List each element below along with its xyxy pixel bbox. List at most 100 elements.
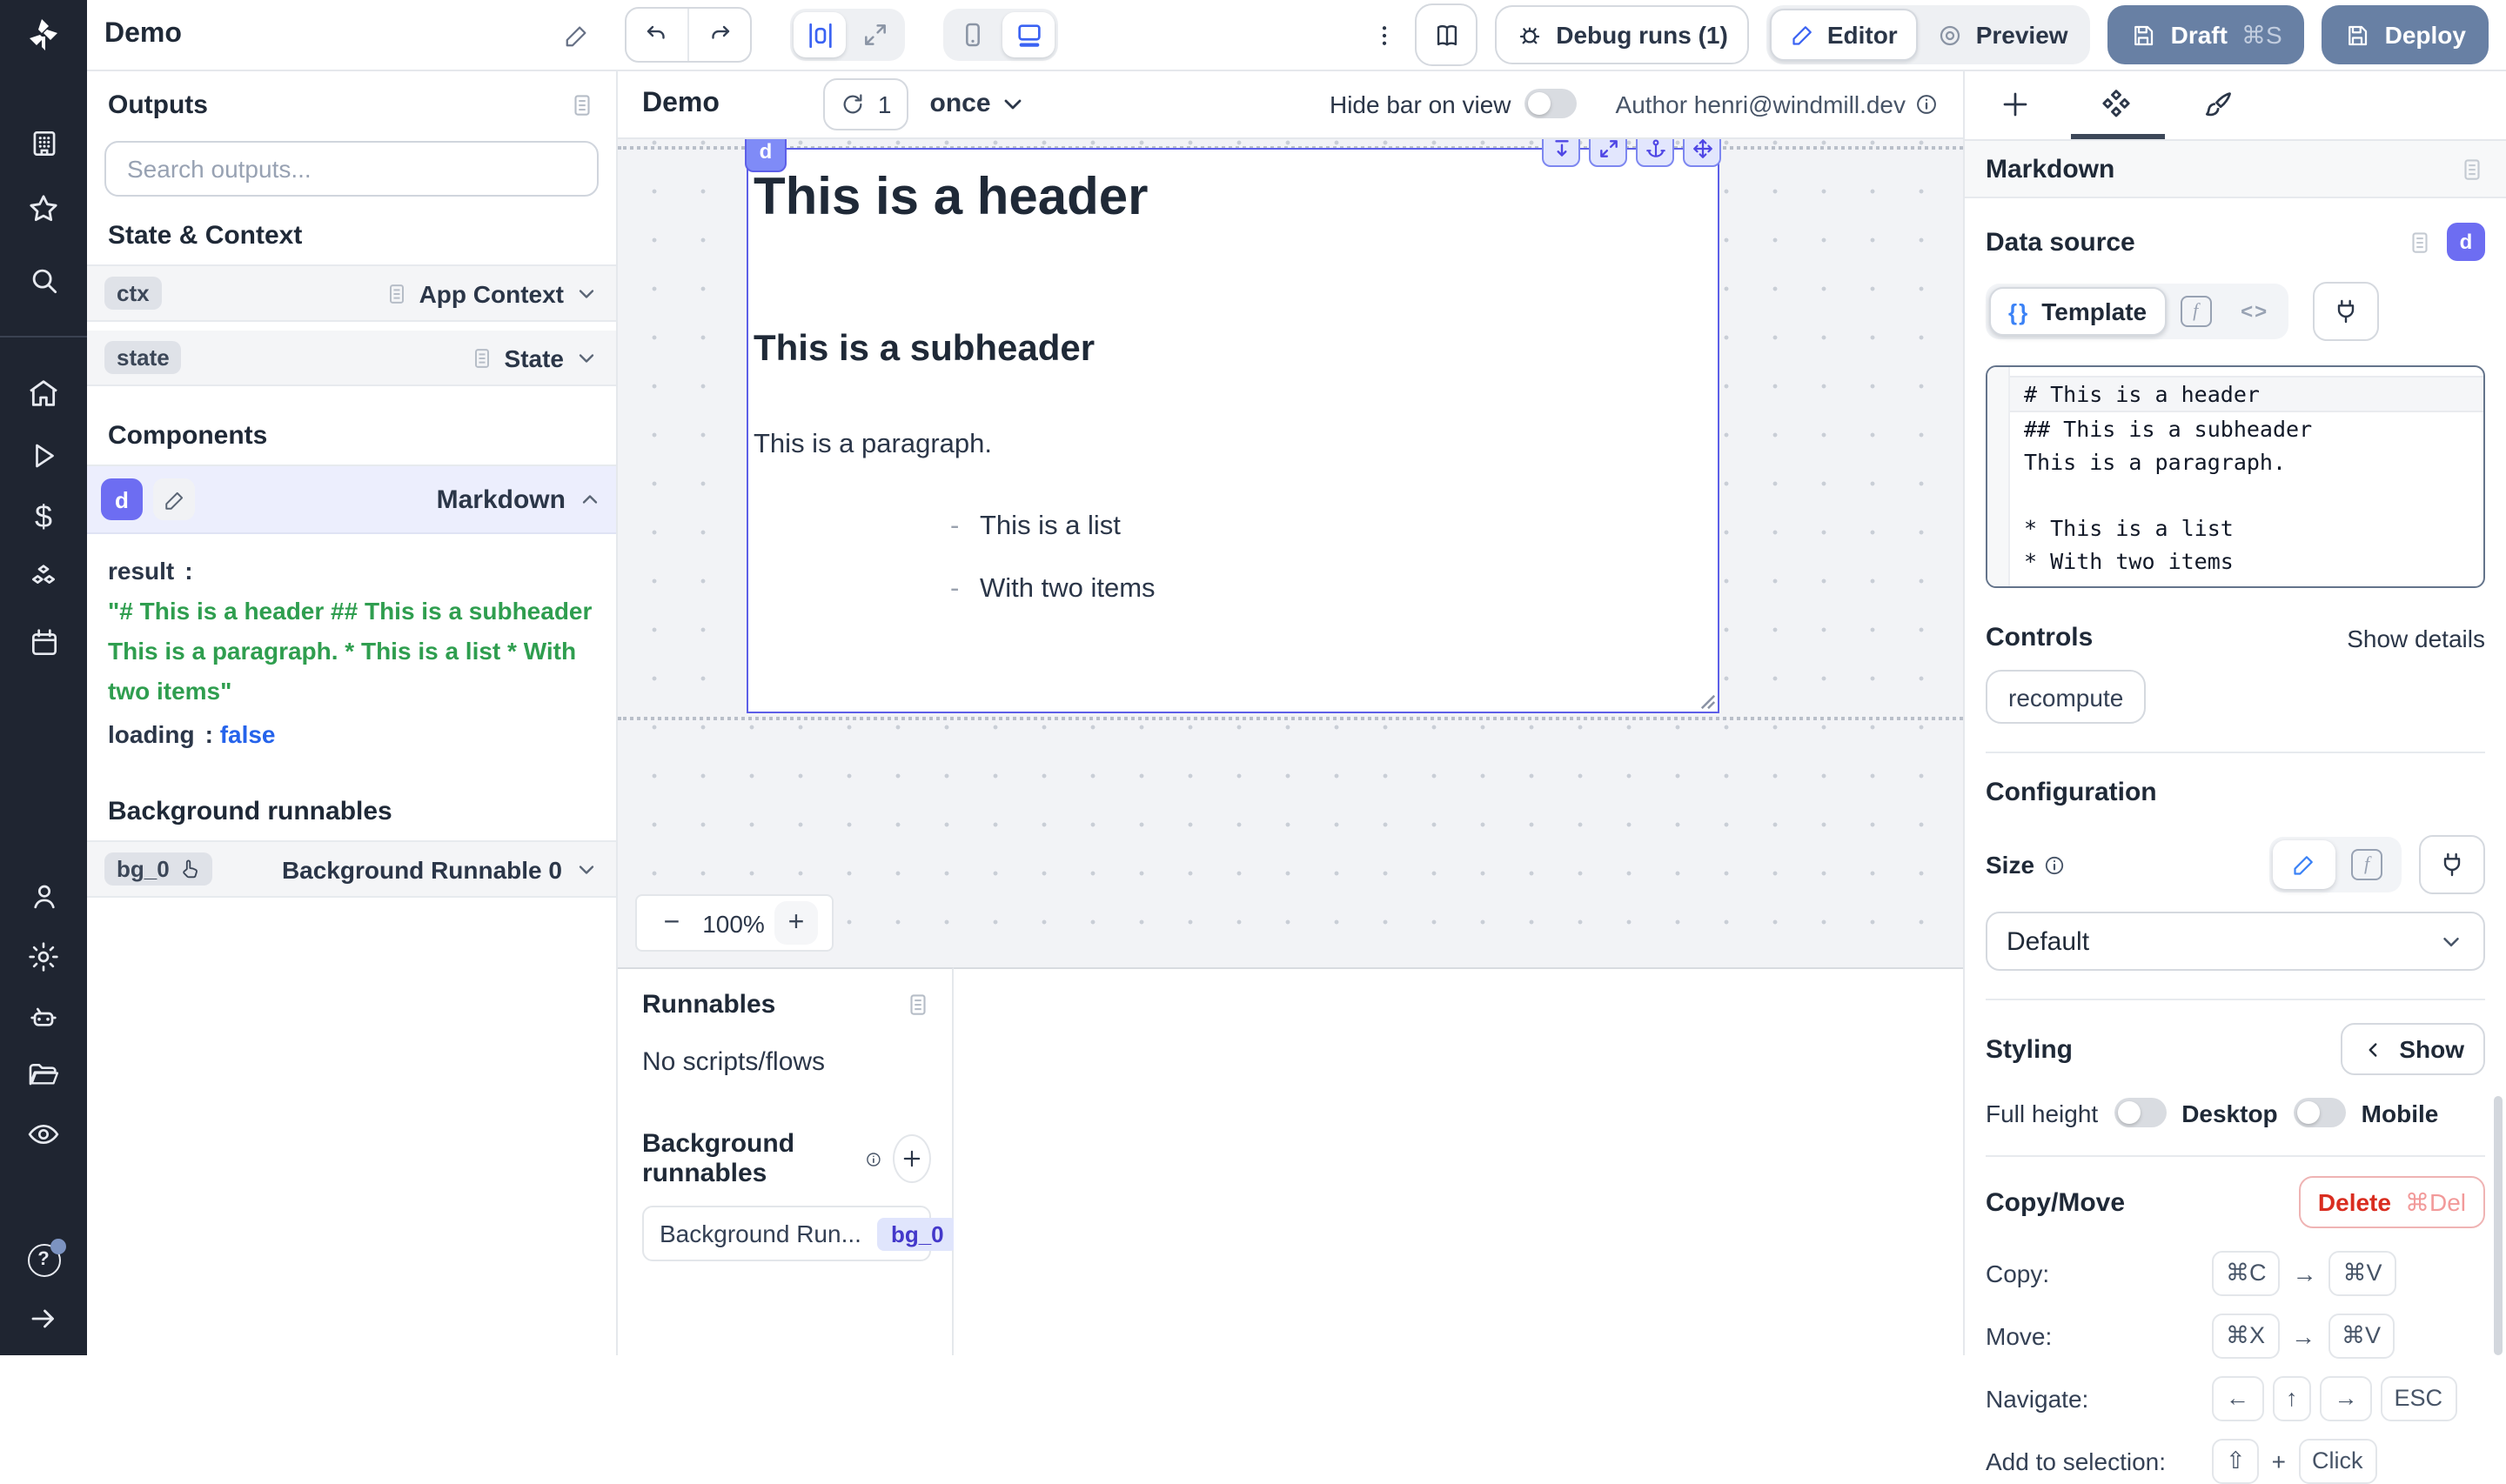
fullscreen-layout-button[interactable] [850, 12, 902, 57]
background-runnable-card[interactable]: Background Run... bg_0 [642, 1206, 931, 1261]
docs-book-button[interactable] [1415, 3, 1477, 66]
edit-title-pencil-icon[interactable] [565, 22, 591, 48]
recompute-button[interactable]: recompute [1986, 670, 2146, 724]
eval-mode-button[interactable]: f [2335, 840, 2398, 889]
app-canvas[interactable]: d This is a header This is a subheader [618, 139, 1963, 967]
doc-icon[interactable] [2407, 229, 2433, 255]
code-line[interactable] [2010, 478, 2483, 511]
chevron-down-icon[interactable] [574, 858, 599, 882]
undo-button[interactable] [627, 9, 688, 61]
help-icon[interactable]: ? [26, 1242, 61, 1277]
doc-icon[interactable] [2459, 156, 2485, 182]
rename-pencil-icon[interactable] [153, 478, 195, 520]
plug-icon [2331, 297, 2359, 325]
ctx-row[interactable]: ctx App Context [87, 264, 616, 322]
resize-corner-handle[interactable] [1700, 694, 1716, 710]
styling-tab[interactable] [2167, 70, 2268, 139]
debug-runs-button[interactable]: Debug runs (1) [1495, 5, 1749, 64]
search-outputs-input[interactable] [124, 153, 580, 184]
runs-icon[interactable] [26, 438, 61, 473]
centered-layout-button[interactable] [794, 12, 847, 57]
code-line[interactable]: This is a paragraph. [2010, 445, 2483, 478]
hide-bar-toggle[interactable] [1525, 89, 1578, 118]
windmill-logo[interactable] [0, 0, 87, 70]
result-key: result [108, 557, 174, 585]
add-background-runnable-button[interactable] [893, 1134, 931, 1183]
kbd-cmd-c: ⌘C [2212, 1250, 2281, 1295]
draft-button[interactable]: Draft ⌘S [2108, 5, 2305, 64]
redo-button[interactable] [688, 9, 751, 61]
zoom-out-button[interactable]: − [651, 907, 693, 939]
desktop-mobile-toggle[interactable] [2294, 1098, 2346, 1127]
workspace-icon[interactable] [26, 125, 61, 160]
function-icon: f [2180, 296, 2211, 327]
loading-value[interactable]: false [220, 721, 276, 749]
component-settings-tab[interactable] [2066, 70, 2167, 139]
favorites-star-icon[interactable] [26, 191, 61, 226]
insert-component-tab[interactable] [1965, 70, 2066, 139]
audit-eye-icon[interactable] [26, 1117, 61, 1152]
mobile-view-button[interactable] [948, 12, 1000, 57]
add-selection-shortcut-row: Add to selection: ⇧ + Click [1986, 1437, 2485, 1484]
component-id-badge[interactable]: d [2447, 223, 2485, 261]
app-editor-page: $ ? Demo [0, 0, 2506, 1355]
kbd-up-arrow: ↑ [2272, 1375, 2312, 1420]
template-mode-button[interactable]: {} Template [1989, 287, 2166, 336]
full-height-toggle[interactable] [2114, 1098, 2166, 1127]
code-line[interactable]: * This is a list [2010, 511, 2483, 545]
editor-tab[interactable]: Editor [1770, 9, 1919, 61]
settings-gear-icon[interactable] [26, 939, 61, 974]
chevron-down-icon[interactable] [574, 345, 599, 370]
eval-mode-button[interactable]: f [2166, 287, 2225, 336]
chevron-down-icon[interactable] [574, 281, 599, 305]
static-mode-button[interactable] [2273, 840, 2335, 889]
home-icon[interactable] [26, 376, 61, 411]
preview-tab[interactable]: Preview [1919, 9, 2087, 61]
divider [1986, 999, 2485, 1000]
deploy-button[interactable]: Deploy [2322, 5, 2489, 64]
chevron-up-icon[interactable] [578, 487, 602, 511]
expand-runnables-icon[interactable] [905, 992, 931, 1018]
move-handle[interactable] [1683, 139, 1721, 167]
components-diamond-icon [2099, 87, 2134, 122]
background-runnable-row[interactable]: bg_0 Background Runnable 0 [87, 841, 616, 899]
outputs-panel: Outputs State & Context ctx App Context … [87, 70, 618, 1355]
refresh-mode-dropdown[interactable]: once [930, 89, 1028, 118]
connect-plug-button[interactable] [2419, 835, 2485, 894]
more-menu-kebab-icon[interactable] [1371, 22, 1397, 48]
code-line[interactable]: * With two items [2010, 545, 2483, 578]
markdown-rendered-content: This is a header This is a subheader Thi… [748, 150, 1718, 605]
anchor-handle[interactable] [1636, 139, 1674, 167]
component-row-markdown[interactable]: d Markdown [87, 465, 616, 534]
code-line[interactable]: ## This is a subheader [2010, 412, 2483, 445]
desktop-view-button[interactable] [1003, 12, 1055, 57]
zoom-in-button[interactable]: + [774, 901, 818, 945]
expand-rail-icon[interactable] [26, 1301, 61, 1336]
expand-down-handle[interactable] [1542, 139, 1580, 167]
refresh-button[interactable]: 1 [824, 77, 909, 130]
inspector-scrollbar[interactable] [2494, 1096, 2503, 1355]
code-mode-button[interactable]: <> [2225, 287, 2284, 336]
workers-icon[interactable] [26, 1000, 61, 1035]
template-code-editor[interactable]: # This is a header ## This is a subheade… [1986, 365, 2485, 588]
schedules-icon[interactable] [26, 625, 61, 659]
resources-icon[interactable] [26, 560, 61, 595]
ctx-badge: ctx [104, 277, 162, 310]
code-line[interactable]: # This is a header [2010, 376, 2483, 412]
variables-icon[interactable]: $ [26, 499, 61, 534]
component-id-tab[interactable]: d [745, 139, 787, 172]
size-select[interactable]: Default [1986, 912, 2485, 971]
state-row[interactable]: state State [87, 331, 616, 386]
show-details-link[interactable]: Show details [2347, 624, 2485, 652]
result-value[interactable]: "# This is a header ## This is a subhead… [108, 592, 595, 712]
user-icon[interactable] [26, 879, 61, 913]
markdown-component[interactable]: d This is a header This is a subheader [747, 148, 1719, 713]
search-icon[interactable] [26, 263, 61, 297]
markdown-paragraph: This is a paragraph. [754, 428, 1718, 461]
connect-plug-button[interactable] [2312, 282, 2378, 341]
styling-show-button[interactable]: Show [2340, 1023, 2485, 1075]
delete-button[interactable]: Delete ⌘Del [2299, 1176, 2485, 1228]
fullsize-handle[interactable] [1589, 139, 1627, 167]
expand-outputs-icon[interactable] [569, 92, 595, 118]
folders-icon[interactable] [26, 1058, 61, 1093]
